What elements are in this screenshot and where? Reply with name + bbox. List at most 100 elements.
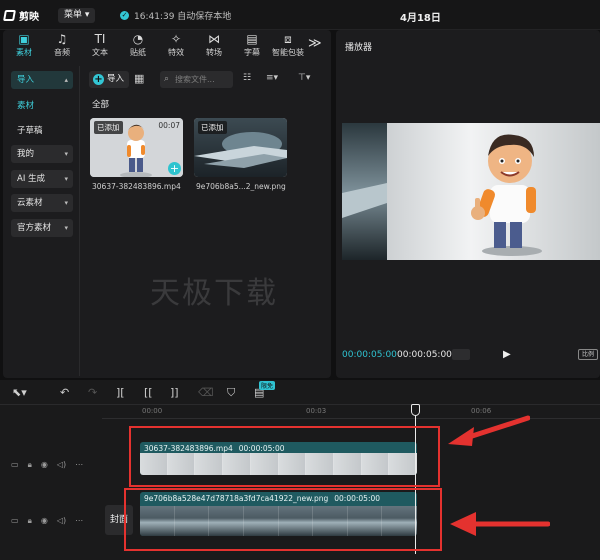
track-controls-image: ▭ 🔒︎ ◉ ◁) ⋯ [11, 516, 83, 526]
sidebar-item-official[interactable]: 官方素材 ▾ [11, 219, 73, 237]
add-to-track-icon[interactable]: + [168, 162, 181, 175]
annotation-box [124, 488, 442, 551]
import-label: 导入 [107, 74, 125, 84]
tab-subtitle[interactable]: ▤ 字幕 [234, 32, 270, 58]
current-time: 00:00:05:00 [342, 350, 397, 360]
media-filename: 30637-382483896.mp4 [92, 182, 181, 191]
sticker-icon: ◔ [132, 32, 144, 46]
project-title: 4月18日 [400, 13, 441, 24]
search-input[interactable]: ⌕ 搜索文件... [160, 71, 233, 88]
tab-label: 智能包装 [272, 48, 304, 57]
media-item-video[interactable]: 已添加 00:07 + [90, 118, 183, 177]
search-icon: ⌕ [164, 74, 170, 84]
plus-icon: + [93, 74, 104, 85]
chevron-down-icon: ▾ [64, 199, 68, 207]
tab-text[interactable]: TI 文本 [82, 32, 118, 58]
tab-media[interactable]: ▣ 素材 [6, 32, 42, 58]
speaker-icon[interactable]: ◁) [57, 460, 66, 470]
tab-effects[interactable]: ✧ 特效 [158, 32, 194, 58]
chevron-down-icon: ▾ [64, 150, 68, 158]
watermark-text: 天极下载 [150, 276, 278, 311]
speaker-icon[interactable]: ◁) [57, 516, 66, 526]
redo-icon[interactable]: ↷ [88, 386, 97, 399]
filter-icon[interactable]: ⊤▾ [298, 73, 310, 83]
sidebar-item-mine[interactable]: 我的 ▾ [11, 145, 73, 163]
sort-icon[interactable]: ≡▾ [266, 73, 278, 83]
chevron-up-icon: ▴ [64, 76, 68, 84]
lock-icon[interactable]: 🔒︎ [28, 516, 32, 526]
effects-icon: ✧ [170, 32, 182, 46]
tab-sticker[interactable]: ◔ 贴纸 [120, 32, 156, 58]
mark-icon[interactable]: ⛉ [227, 386, 235, 400]
transition-icon: ⋈ [208, 32, 220, 46]
view-mode-icon[interactable]: ☷ [243, 73, 251, 83]
tab-label: 贴纸 [130, 48, 146, 57]
qr-grid-icon[interactable]: ▦ [134, 73, 146, 85]
chevron-down-icon: ▾ [64, 224, 68, 232]
autosave-text: 16:41:39 自动保存本地 [134, 12, 232, 22]
chevron-down-icon: ▾ [64, 175, 68, 183]
track-thumbnail-icon[interactable]: ▭ [11, 460, 19, 470]
annotation-box [129, 426, 440, 487]
player-preview [342, 123, 600, 260]
app-name: 剪映 [19, 12, 39, 23]
all-files-label: 全部 [92, 100, 110, 110]
tab-smart-package[interactable]: ⧈ 智能包装 [268, 32, 308, 58]
split-icon[interactable]: ][ [116, 386, 125, 399]
media-filename: 9e706b8a5...2_new.png [196, 182, 286, 191]
sidebar-item-cloud[interactable]: 云素材 ▾ [11, 194, 73, 212]
search-placeholder: 搜索文件... [175, 75, 215, 84]
undo-icon[interactable]: ↶ [60, 386, 69, 399]
more-tabs-icon[interactable]: ≫ [308, 36, 322, 51]
more-icon[interactable]: ⋯ [75, 516, 83, 526]
tab-label: 转场 [206, 48, 222, 57]
play-icon[interactable]: ▶ [503, 349, 511, 360]
tab-label: 音频 [54, 48, 70, 57]
split-right-icon[interactable]: ]] [170, 386, 179, 399]
tab-label: 特效 [168, 48, 184, 57]
editor-window: 剪映 菜单 ▾ ✓ 16:41:39 自动保存本地 4月18日 ▣ 素材 ♫ 音… [0, 0, 600, 560]
lock-icon[interactable]: 🔒︎ [28, 460, 32, 470]
player-title: 播放器 [345, 43, 373, 53]
sidebar-item-material[interactable]: 素材 [17, 99, 34, 111]
media-icon: ▣ [18, 32, 30, 46]
tab-label: 字幕 [244, 48, 260, 57]
sidebar-divider [79, 66, 80, 376]
app-logo-icon [3, 10, 16, 21]
sidebar-item-import[interactable]: 导入 ▴ [11, 71, 73, 89]
annotation-arrow [448, 415, 530, 446]
split-left-icon[interactable]: [[ [144, 386, 153, 399]
tab-label: 素材 [16, 48, 32, 57]
track-thumbnail-icon[interactable]: ▭ [11, 516, 19, 526]
timeline-divider [0, 404, 600, 405]
ratio-button[interactable]: 比例 [578, 349, 598, 360]
eye-icon[interactable]: ◉ [41, 460, 48, 470]
added-badge: 已添加 [94, 121, 123, 134]
sidebar-item-label: 导入 [17, 75, 35, 85]
playhead-handle[interactable] [411, 404, 420, 416]
total-time: 00:00:05:00 [397, 350, 452, 360]
eye-icon[interactable]: ◉ [41, 516, 48, 526]
sidebar-item-label: 云素材 [17, 198, 43, 208]
preview-frame [342, 123, 600, 260]
track-controls-video: ▭ 🔒︎ ◉ ◁) ⋯ [11, 460, 83, 470]
tab-label: 文本 [92, 48, 108, 57]
sidebar-item-label: AI 生成 [17, 174, 46, 184]
menu-button[interactable]: 菜单 ▾ [58, 8, 96, 23]
time-tick: 00:00 [142, 407, 163, 415]
tab-audio[interactable]: ♫ 音频 [44, 32, 80, 58]
import-button[interactable]: + 导入 [89, 71, 129, 88]
select-cursor-icon[interactable]: ⬉▾ [12, 386, 27, 399]
fullscreen-toggle-icon[interactable] [452, 349, 470, 360]
sidebar-item-subdraft[interactable]: 子草稿 [17, 124, 43, 136]
more-icon[interactable]: ⋯ [75, 460, 83, 470]
smart-package-icon: ⧈ [284, 32, 292, 46]
media-item-image[interactable]: 已添加 [194, 118, 287, 177]
sidebar-item-ai-generate[interactable]: AI 生成 ▾ [11, 170, 73, 188]
tab-transition[interactable]: ⋈ 转场 [196, 32, 232, 58]
duration-label: 00:07 [158, 121, 180, 130]
chevron-down-icon: ▾ [84, 10, 90, 20]
delete-icon[interactable]: ⌫ [198, 386, 214, 399]
annotation-arrow [450, 512, 550, 536]
sidebar-item-label: 我的 [17, 149, 35, 159]
